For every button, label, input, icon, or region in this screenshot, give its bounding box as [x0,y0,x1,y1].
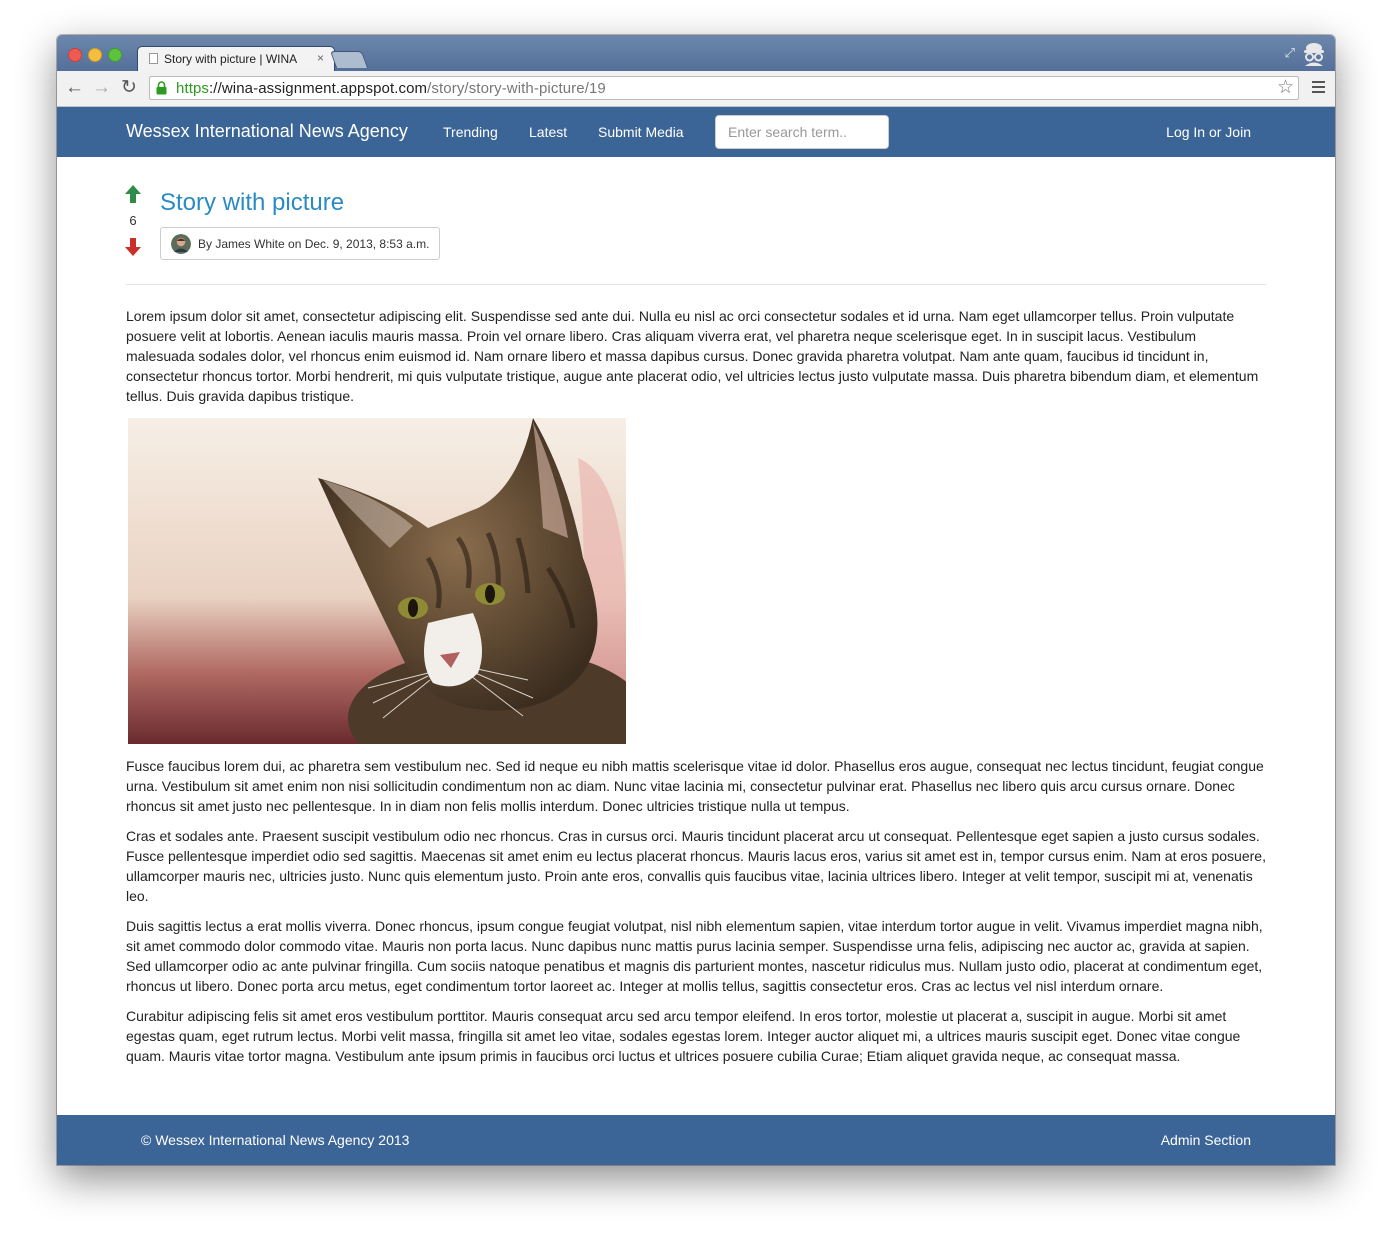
lock-icon [156,81,167,95]
login-join-link[interactable]: Log In or Join [1166,124,1251,140]
cat-photo [128,418,626,744]
close-tab-icon[interactable]: × [317,51,324,65]
nav-link-latest[interactable]: Latest [529,124,567,140]
story-body: Lorem ipsum dolor sit amet, consectetur … [126,306,1268,1076]
nav-link-submit-media[interactable]: Submit Media [598,124,684,140]
story-title[interactable]: Story with picture [160,189,344,217]
tab-title: Story with picture | WINA [164,52,298,66]
browser-toolbar: ← → ↻ https://wina-assignment.appspot.co… [57,71,1335,107]
minimize-window-button[interactable] [88,48,102,62]
browser-window: Story with picture | WINA × ⤢ ← → ↻ http… [57,35,1335,1165]
divider [126,284,1266,285]
close-window-button[interactable] [68,48,82,62]
byline-text: By James White on Dec. 9, 2013, 8:53 a.m… [198,236,430,251]
vote-count: 6 [129,213,137,228]
site-navbar: Wessex International News Agency Trendin… [57,107,1335,157]
fullscreen-icon[interactable]: ⤢ [1285,45,1295,61]
nav-link-trending[interactable]: Trending [443,124,498,140]
incognito-icon [1299,39,1329,67]
browser-tab[interactable]: Story with picture | WINA × [137,46,335,71]
address-bar[interactable]: https://wina-assignment.appspot.com/stor… [149,76,1299,100]
paragraph: Cras et sodales ante. Praesent suscipit … [126,828,1266,904]
page-icon [149,53,158,64]
author-avatar [171,233,191,254]
paragraph: Curabitur adipiscing felis sit amet eros… [126,1008,1241,1064]
admin-section-link[interactable]: Admin Section [1161,1132,1251,1148]
zoom-window-button[interactable] [108,48,122,62]
url-text: https://wina-assignment.appspot.com/stor… [176,80,606,97]
new-tab-button[interactable] [329,51,369,68]
site-brand-link[interactable]: Wessex International News Agency [126,121,408,142]
upvote-arrow-icon[interactable] [124,184,142,204]
back-arrow-icon[interactable]: ← [65,77,84,99]
story-byline: By James White on Dec. 9, 2013, 8:53 a.m… [160,227,441,260]
reload-icon[interactable]: ↻ [121,77,137,99]
paragraph: Lorem ipsum dolor sit amet, consectetur … [126,308,1259,404]
downvote-arrow-icon[interactable] [124,237,142,257]
paragraph: Fusce faucibus lorem dui, ac pharetra se… [126,758,1264,814]
forward-arrow-icon[interactable]: → [92,77,111,99]
page-viewport: Wessex International News Agency Trendin… [57,107,1335,1165]
menu-icon[interactable] [1312,81,1325,93]
site-footer: © Wessex International News Agency 2013 … [57,1115,1335,1165]
footer-copyright: © Wessex International News Agency 2013 [141,1132,410,1148]
search-input[interactable] [715,115,889,149]
bookmark-star-icon[interactable]: ☆ [1277,78,1294,98]
tab-strip: Story with picture | WINA × ⤢ [57,35,1335,71]
paragraph: Duis sagittis lectus a erat mollis viver… [126,918,1263,994]
